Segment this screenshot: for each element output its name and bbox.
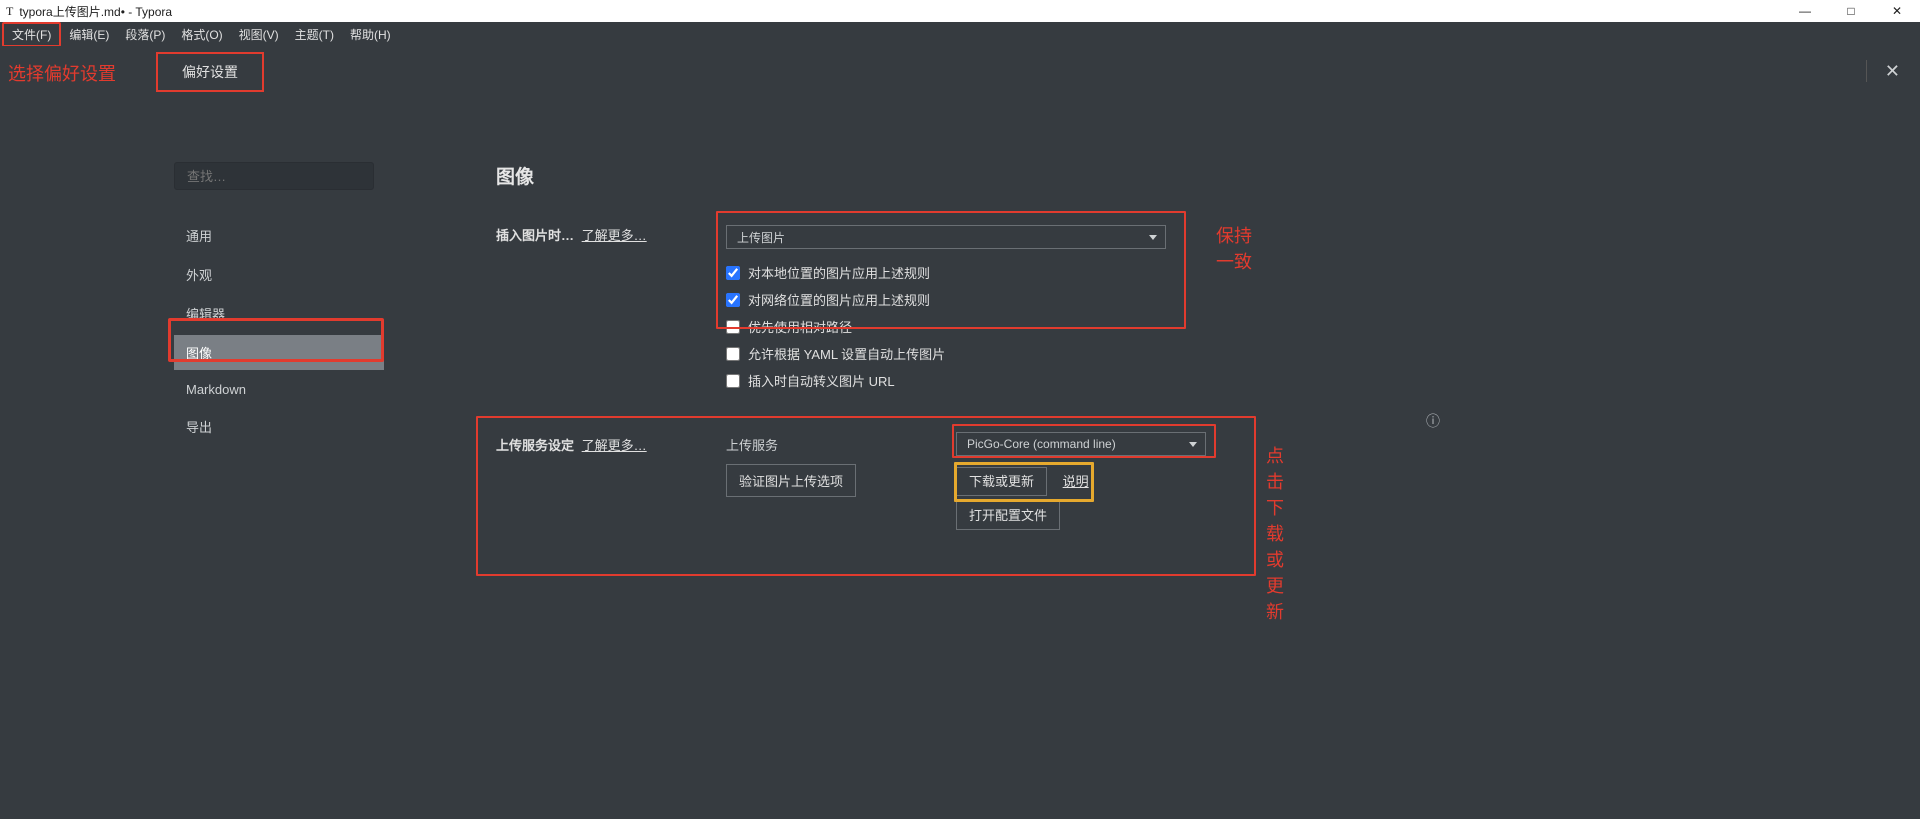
check-network-rule-label: 对网络位置的图片应用上述规则 xyxy=(748,290,930,309)
download-update-button[interactable]: 下载或更新 xyxy=(956,467,1047,496)
check-yaml-upload-box[interactable] xyxy=(726,347,740,361)
close-button[interactable]: ✕ xyxy=(1874,0,1920,22)
menu-help[interactable]: 帮助(H) xyxy=(342,24,399,45)
check-relative-path[interactable]: 优先使用相对路径 xyxy=(726,317,1256,336)
annotation-click-download: 点击下载或更新 xyxy=(1266,442,1284,624)
check-network-rule[interactable]: 对网络位置的图片应用上述规则 xyxy=(726,290,1256,309)
sidebar-item-editor[interactable]: 编辑器 xyxy=(174,296,384,331)
sidebar-item-appearance[interactable]: 外观 xyxy=(174,257,384,292)
upload-service-label: 上传服务 xyxy=(726,435,956,454)
menu-paragraph[interactable]: 段落(P) xyxy=(117,24,173,45)
minimize-button[interactable]: — xyxy=(1782,0,1828,22)
check-relative-path-box[interactable] xyxy=(726,320,740,334)
learn-more-link[interactable]: 了解更多… xyxy=(582,228,647,243)
check-relative-path-label: 优先使用相对路径 xyxy=(748,317,852,336)
titlebar: T typora上传图片.md• - Typora — □ ✕ xyxy=(0,0,1920,22)
upload-learn-more-link[interactable]: 了解更多… xyxy=(582,438,647,453)
maximize-button[interactable]: □ xyxy=(1828,0,1874,22)
check-network-rule-box[interactable] xyxy=(726,293,740,307)
search-input[interactable] xyxy=(174,162,374,190)
close-preferences-icon[interactable]: ✕ xyxy=(1866,60,1900,82)
menubar: 文件(F) 编辑(E) 段落(P) 格式(O) 视图(V) 主题(T) 帮助(H… xyxy=(0,22,1920,46)
menu-edit[interactable]: 编辑(E) xyxy=(61,24,117,45)
check-yaml-upload[interactable]: 允许根据 YAML 设置自动上传图片 xyxy=(726,344,1256,363)
sidebar-item-image[interactable]: 图像 xyxy=(174,335,384,370)
window-title: typora上传图片.md• - Typora xyxy=(19,3,172,20)
preferences-tab-label: 偏好设置 xyxy=(182,64,238,80)
check-escape-url[interactable]: 插入时自动转义图片 URL xyxy=(726,371,1256,390)
open-config-button[interactable]: 打开配置文件 xyxy=(956,501,1060,530)
page-title: 图像 xyxy=(496,162,1256,189)
menu-file[interactable]: 文件(F) xyxy=(2,22,61,47)
sidebar-item-general[interactable]: 通用 xyxy=(174,218,384,253)
help-icon[interactable]: ⓘ xyxy=(1426,411,1440,431)
menu-theme[interactable]: 主题(T) xyxy=(287,24,342,45)
menu-format[interactable]: 格式(O) xyxy=(173,24,230,45)
check-yaml-upload-label: 允许根据 YAML 设置自动上传图片 xyxy=(748,344,945,363)
insert-image-label: 插入图片时… xyxy=(496,228,574,243)
settings-panel: 图像 插入图片时… 了解更多… 上传图片 对本地位置的图片应用上述规则 xyxy=(496,162,1256,524)
annotation-keep-consistent: 保持一致 xyxy=(1216,222,1256,274)
insert-action-value: 上传图片 xyxy=(737,229,785,246)
menu-view[interactable]: 视图(V) xyxy=(231,24,287,45)
preferences-tab[interactable]: 偏好设置 xyxy=(156,52,264,92)
sidebar-item-export[interactable]: 导出 xyxy=(174,409,384,444)
check-local-rule-box[interactable] xyxy=(726,266,740,280)
upload-service-dropdown[interactable]: PicGo-Core (command line) xyxy=(956,432,1206,456)
sidebar-item-markdown[interactable]: Markdown xyxy=(174,374,384,405)
app-icon: T xyxy=(6,4,13,19)
validate-upload-button[interactable]: 验证图片上传选项 xyxy=(726,464,856,497)
insert-action-dropdown[interactable]: 上传图片 xyxy=(726,225,1166,249)
help-link[interactable]: 说明 xyxy=(1063,474,1089,489)
annotation-choose-pref: 选择偏好设置 xyxy=(8,60,116,86)
upload-service-value: PicGo-Core (command line) xyxy=(967,437,1116,451)
check-local-rule-label: 对本地位置的图片应用上述规则 xyxy=(748,263,930,282)
upload-section-label: 上传服务设定 xyxy=(496,438,574,453)
check-local-rule[interactable]: 对本地位置的图片应用上述规则 xyxy=(726,263,1256,282)
preferences-content: 通用 外观 编辑器 图像 Markdown 导出 图像 插入图片时… 了解更多…… xyxy=(0,92,1920,524)
check-escape-url-label: 插入时自动转义图片 URL xyxy=(748,371,895,390)
sidebar: 通用 外观 编辑器 图像 Markdown 导出 xyxy=(174,162,384,524)
check-escape-url-box[interactable] xyxy=(726,374,740,388)
annotation-row: 选择偏好设置 偏好设置 ✕ xyxy=(0,46,1920,92)
